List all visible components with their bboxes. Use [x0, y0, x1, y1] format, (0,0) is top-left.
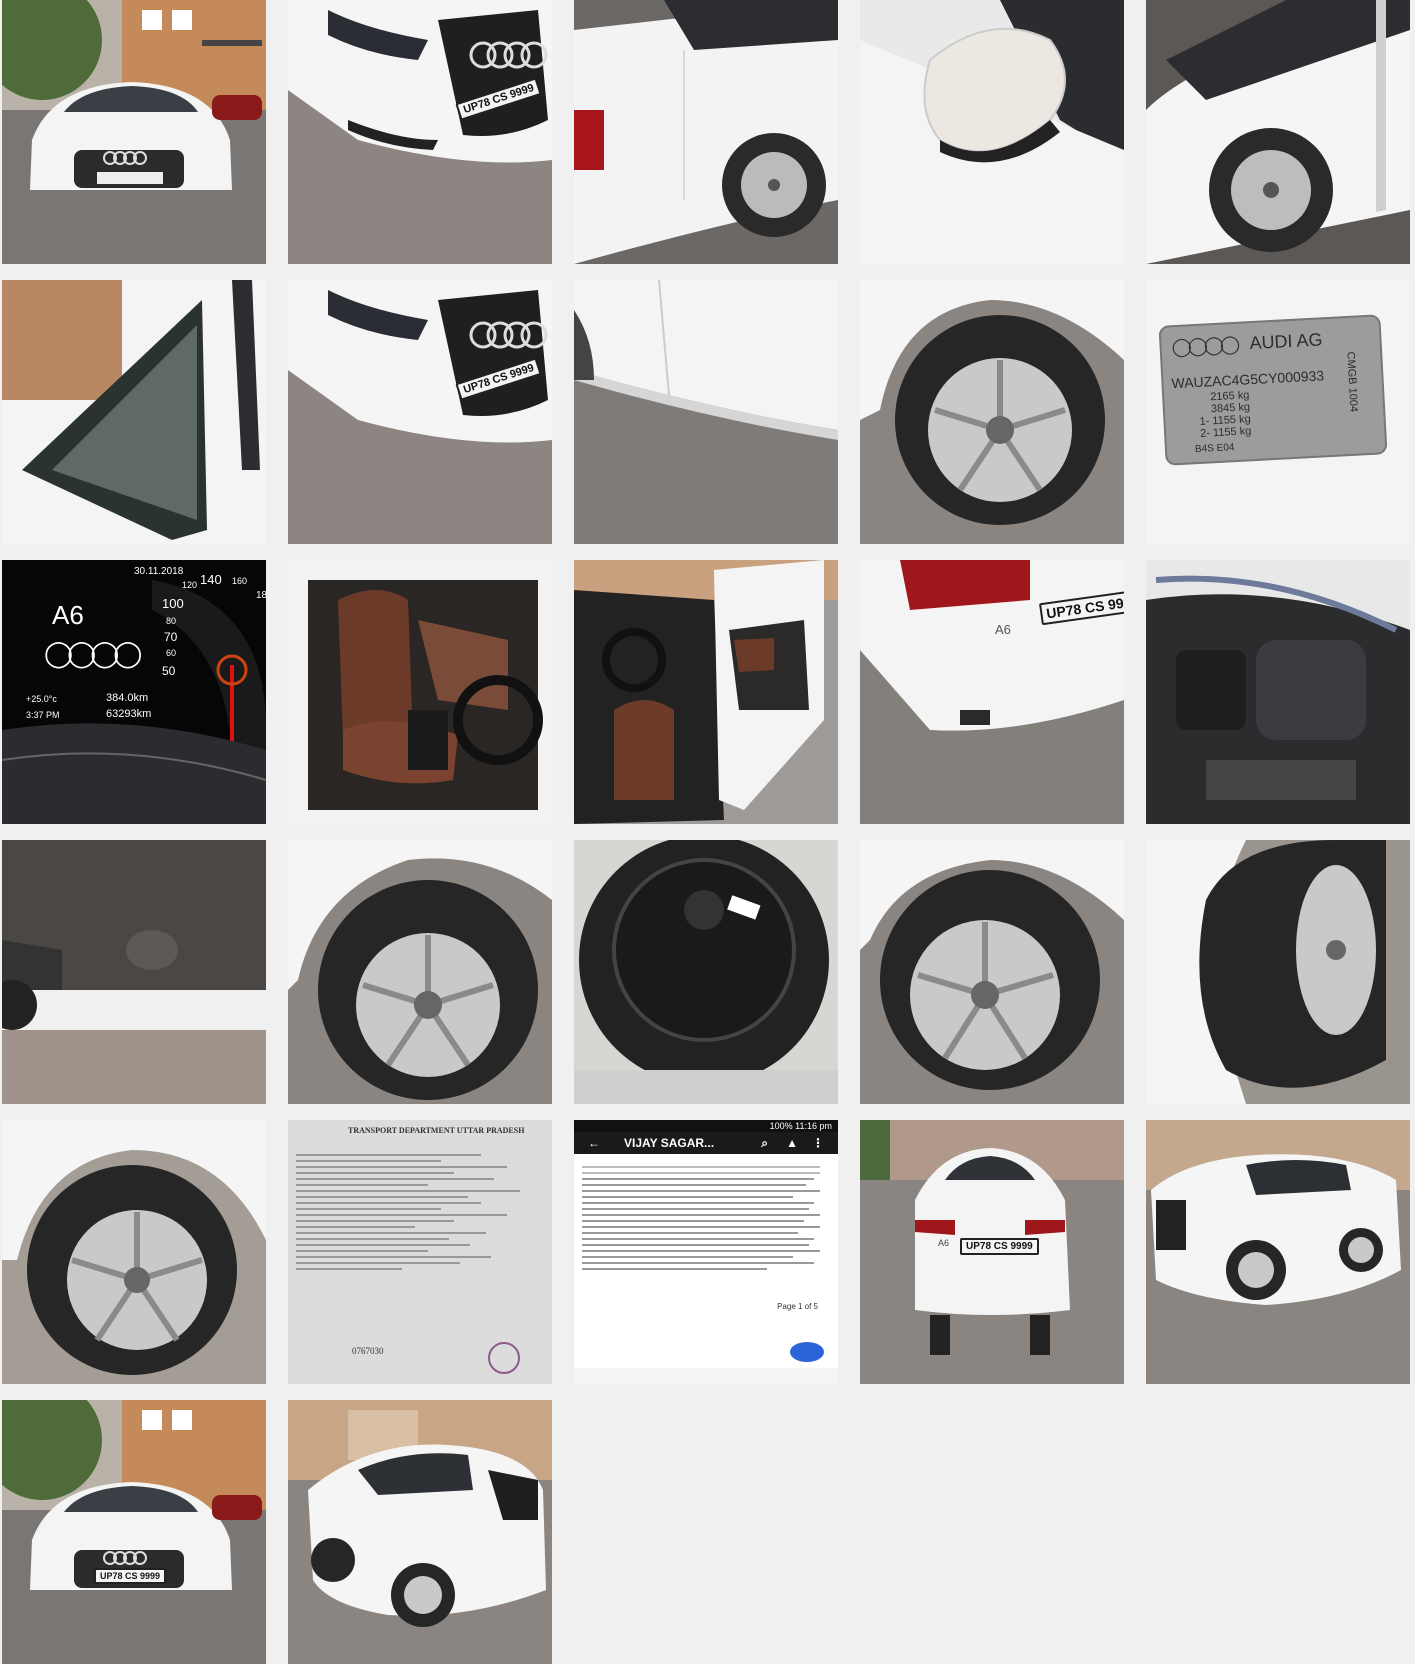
drive-icon: ▲	[786, 1136, 798, 1150]
photo-thumbnail[interactable]: 100% 11:16 pm ← VIJAY SAGAR... ⌕ ▲ ⋮ Pag…	[574, 1120, 838, 1384]
photo-thumbnail[interactable]	[574, 280, 838, 544]
speed-tick: 100	[162, 596, 184, 611]
photo-thumbnail[interactable]	[1146, 0, 1410, 264]
photo-thumbnail[interactable]	[2, 0, 266, 264]
page-indicator: Page 1 of 5	[777, 1302, 818, 1311]
photo-thumbnail[interactable]: TRANSPORT DEPARTMENT UTTAR PRADESH 07670…	[288, 1120, 552, 1384]
photo-thumbnail[interactable]: UP78 CS 9999	[288, 0, 552, 264]
photo-thumbnail[interactable]	[288, 560, 552, 824]
cluster-model: A6	[52, 600, 84, 630]
photo-thumbnail[interactable]: ◯◯◯◯ AUDI AG WAUZAC4G5CY000933 2165 kg 3…	[1146, 280, 1410, 544]
document-serial: 0767030	[352, 1346, 384, 1356]
car-side-quarter-image	[288, 1400, 552, 1664]
photo-thumbnail[interactable]: UP78 CS 9999 A6	[860, 1120, 1124, 1384]
side-mirror-image	[860, 0, 1124, 264]
photo-thumbnail[interactable]	[2, 280, 266, 544]
car-front-image	[2, 1400, 266, 1664]
search-icon: ⌕	[761, 1136, 768, 1150]
grille-image	[288, 280, 552, 544]
speed-tick: 140	[200, 572, 222, 587]
speed-tick: 120	[182, 580, 198, 590]
vin-side-code: CMGB 1004	[1344, 351, 1360, 413]
license-plate: UP78 CS 9999	[94, 1568, 167, 1584]
side-skirt-image	[574, 280, 838, 544]
wheel-image	[2, 1120, 266, 1384]
underbody-image	[2, 840, 266, 1104]
speed-tick: 80	[166, 616, 177, 626]
photo-thumbnail[interactable]	[860, 0, 1124, 264]
wheel-image	[860, 280, 1124, 544]
rear-windshield-image	[2, 280, 266, 544]
photo-gallery: UP78 CS 9999 UP78 CS 9999 ◯◯◯◯ AUDI AG W…	[0, 0, 1415, 1664]
cluster-temp: +25.0°c	[26, 694, 57, 704]
back-arrow-icon: ←	[588, 1136, 600, 1150]
vin-plate: ◯◯◯◯ AUDI AG WAUZAC4G5CY000933 2165 kg 3…	[1158, 314, 1388, 466]
model-badge: A6	[938, 1238, 950, 1248]
photo-thumbnail[interactable]	[1146, 560, 1410, 824]
rear-door-image	[574, 0, 838, 264]
photo-thumbnail[interactable]	[1146, 840, 1410, 1104]
engine-bay-image	[1146, 560, 1410, 824]
photo-thumbnail[interactable]	[574, 0, 838, 264]
photo-thumbnail[interactable]	[288, 1400, 552, 1664]
cluster-range: 384.0km	[106, 692, 149, 704]
photo-thumbnail[interactable]	[860, 840, 1124, 1104]
wheel-arch-image	[1146, 0, 1410, 264]
vin-number: WAUZAC4G5CY000933	[1171, 367, 1325, 392]
cluster-time: 3:37 PM	[26, 710, 60, 720]
photo-thumbnail[interactable]	[860, 280, 1124, 544]
spare-wheel-image	[574, 840, 838, 1104]
phone-status-bar: 100% 11:16 pm	[574, 1120, 838, 1132]
cluster-date: 30.11.2018	[134, 566, 184, 577]
phone-app-bar: ← VIJAY SAGAR... ⌕ ▲ ⋮	[574, 1132, 838, 1154]
registration-document: TRANSPORT DEPARTMENT UTTAR PRADESH 07670…	[288, 1120, 552, 1384]
wheel-image	[288, 840, 552, 1104]
speed-tick: 70	[164, 630, 178, 644]
audi-rings-icon: ◯◯◯◯	[44, 638, 142, 668]
stamp-icon	[488, 1342, 520, 1374]
photo-thumbnail[interactable]	[574, 560, 838, 824]
speed-tick: 60	[166, 648, 177, 658]
driver-door-image	[574, 560, 838, 824]
vin-weight: 2- 1155 kg	[1199, 425, 1252, 440]
speed-tick: 18	[256, 590, 266, 601]
vin-code: B4S E04	[1194, 442, 1235, 456]
photo-thumbnail[interactable]	[574, 840, 838, 1104]
photo-thumbnail[interactable]: UP78 CS 9999 A6	[860, 560, 1124, 824]
photo-thumbnail[interactable]	[2, 840, 266, 1104]
cluster-odometer: 63293km	[106, 708, 152, 720]
phone-nav-bar	[574, 1368, 838, 1384]
license-plate: UP78 CS 9999	[960, 1238, 1039, 1255]
photo-thumbnail[interactable]: UP78 CS 9999	[288, 280, 552, 544]
seat-interior-image	[288, 560, 552, 824]
edit-fab	[790, 1342, 824, 1362]
audi-rings-icon: ◯◯◯◯	[1171, 333, 1237, 358]
car-front-image	[2, 0, 266, 264]
wheel-image	[860, 840, 1124, 1104]
speed-tick: 50	[162, 664, 176, 678]
speed-tick: 160	[232, 576, 248, 586]
document-header: TRANSPORT DEPARTMENT UTTAR PRADESH	[348, 1126, 525, 1135]
grille-image	[288, 0, 552, 264]
photo-thumbnail[interactable]: 30.11.2018 A6 ◯◯◯◯ +25.0°c 3:37 PM 384.0…	[2, 560, 266, 824]
photo-thumbnail[interactable]	[1146, 1120, 1410, 1384]
car-front-quarter-image	[1146, 1120, 1410, 1384]
tire-tread-image	[1146, 840, 1410, 1104]
photo-thumbnail[interactable]: UP78 CS 9999	[2, 1400, 266, 1664]
model-badge: A6	[995, 622, 1011, 637]
app-bar-title: VIJAY SAGAR...	[624, 1136, 715, 1150]
vin-plate-brand: AUDI AG	[1248, 329, 1323, 354]
photo-thumbnail[interactable]	[288, 840, 552, 1104]
photo-thumbnail[interactable]	[2, 1120, 266, 1384]
more-vert-icon: ⋮	[812, 1136, 824, 1150]
insurance-screenshot: 100% 11:16 pm ← VIJAY SAGAR... ⌕ ▲ ⋮ Pag…	[574, 1120, 838, 1384]
